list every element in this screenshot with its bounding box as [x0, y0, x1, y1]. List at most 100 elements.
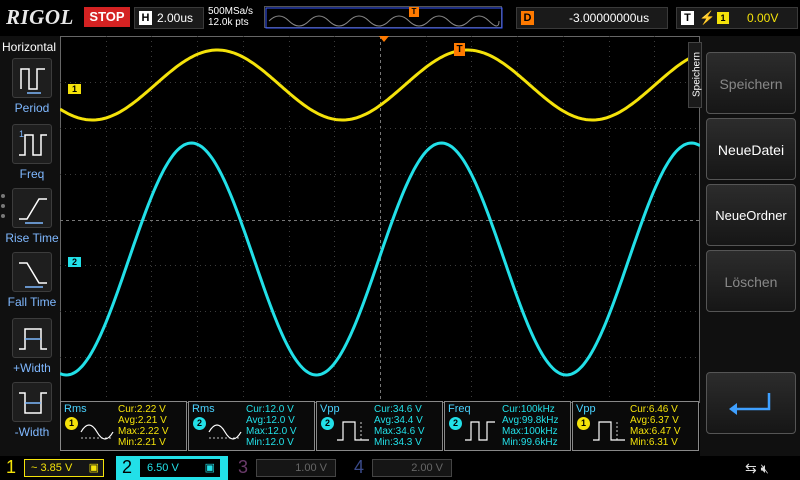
waveform-display[interactable]: [59, 36, 701, 403]
measurement-current: Cur:100kHz: [502, 404, 555, 415]
measurement-title: Vpp: [320, 403, 340, 415]
timebase-box[interactable]: H 2.00us: [134, 7, 204, 29]
channel-scale-box: 6.50 V ▣: [140, 459, 220, 477]
new-file-button[interactable]: NeueDatei: [706, 118, 796, 180]
top-status-bar: RIGOL STOP H 2.00us 500MSa/s 12.0k pts T…: [0, 0, 800, 36]
measurement-minimum: Min:99.6kHz: [502, 437, 558, 448]
channel-1-status[interactable]: 1 ~ 3.85 V ▣: [0, 456, 112, 480]
bandwidth-limit-icon: ▣: [88, 462, 99, 474]
rms-icon: [208, 424, 242, 440]
trigger-source: 1: [717, 12, 729, 24]
measurement-average: Avg:2.21 V: [118, 415, 167, 426]
delay-box[interactable]: D -3.00000000us: [516, 7, 668, 29]
new-folder-button[interactable]: NeueOrdner: [706, 184, 796, 246]
measurement-channel: 2: [321, 417, 334, 430]
menu-item-fall-time[interactable]: Fall Time: [4, 252, 60, 309]
negative-width-icon: [12, 382, 52, 422]
measurement-average: Avg:6.37 V: [630, 415, 679, 426]
rising-edge-icon: ⚡: [699, 10, 716, 25]
measurement-ch2-freq[interactable]: Freq 2 Cur:100kHz Avg:99.8kHz Max:100kHz…: [444, 401, 571, 451]
frequency-icon: [465, 421, 495, 441]
memory-depth: 12.0k pts: [208, 17, 249, 28]
ch1-offset-marker[interactable]: 1: [68, 84, 81, 94]
coupling-symbol: ~: [31, 462, 38, 474]
measurement-title: Rms: [64, 403, 87, 415]
trigger-letter: T: [681, 11, 694, 25]
measurement-channel: 2: [193, 417, 206, 430]
menu-item-label: +Width: [13, 361, 51, 375]
mute-icon: 🔇︎: [760, 461, 769, 476]
channel-number: 3: [238, 457, 249, 477]
measurement-minimum: Min:34.3 V: [374, 437, 422, 448]
trigger-marker: T: [454, 43, 465, 56]
measurement-minimum: Min:12.0 V: [246, 437, 294, 448]
measurement-current: Cur:34.6 V: [374, 404, 422, 415]
menu-title: Horizontal: [2, 40, 57, 54]
measurement-minimum: Min:6.31 V: [630, 437, 678, 448]
save-button[interactable]: Speichern: [706, 52, 796, 114]
channel-scale: 2.00 V: [411, 462, 443, 474]
waveform-overview[interactable]: T: [264, 6, 503, 29]
menu-item-rise-time[interactable]: Rise Time: [4, 188, 60, 245]
channel-number: 4: [354, 457, 365, 477]
delay-value: -3.00000000us: [569, 11, 650, 25]
sample-rate: 500MSa/s: [208, 6, 254, 17]
channel-number: 2: [122, 457, 133, 477]
measurement-title: Vpp: [576, 403, 596, 415]
measurement-average: Avg:34.4 V: [374, 415, 423, 426]
menu-item-positive-width[interactable]: +Width: [4, 318, 60, 375]
back-button[interactable]: [706, 372, 796, 434]
measurement-maximum: Max:2.22 V: [118, 426, 169, 437]
frequency-icon: 1: [12, 124, 52, 164]
bandwidth-limit-icon: ▣: [204, 462, 215, 474]
save-menu-tab[interactable]: Speichern: [688, 42, 703, 108]
measurement-minimum: Min:2.21 V: [118, 437, 166, 448]
trigger-box[interactable]: T ⚡ 1 0.00V: [676, 7, 798, 29]
return-arrow-icon: [729, 393, 771, 415]
delay-letter: D: [521, 11, 534, 25]
menu-item-period[interactable]: Period: [4, 58, 60, 115]
measurement-ch1-vpp[interactable]: Vpp 1 Cur:6.46 V Avg:6.37 V Max:6.47 V M…: [572, 401, 699, 451]
run-stop-status[interactable]: STOP: [84, 7, 130, 27]
menu-item-negative-width[interactable]: -Width: [4, 382, 60, 439]
rise-time-icon: [12, 188, 52, 228]
svg-text:1: 1: [19, 129, 24, 139]
channel-number: 1: [6, 457, 17, 477]
channel-scale: 1.00 V: [295, 462, 327, 474]
menu-item-label: -Width: [14, 425, 50, 439]
measurement-channel: 2: [449, 417, 462, 430]
measurement-channel: 1: [65, 417, 78, 430]
trigger-position-arrow: [379, 36, 389, 42]
measurement-maximum: Max:12.0 V: [246, 426, 297, 437]
channel-status-bar: 1 ~ 3.85 V ▣ 2 6.50 V ▣ 3 1.00 V 4 2.00 …: [0, 456, 800, 480]
measurement-maximum: Max:34.6 V: [374, 426, 425, 437]
channel-scale-box: ~ 3.85 V ▣: [24, 459, 104, 477]
measurement-ch1-rms[interactable]: Rms 1 Cur:2.22 V Avg:2.21 V Max:2.22 V M…: [60, 401, 187, 451]
measurement-current: Cur:6.46 V: [630, 404, 678, 415]
measurement-maximum: Max:100kHz: [502, 426, 558, 437]
measurement-ch2-vpp[interactable]: Vpp 2 Cur:34.6 V Avg:34.4 V Max:34.6 V M…: [316, 401, 443, 451]
channel-scale: 6.50 V: [147, 462, 179, 474]
delete-button[interactable]: Löschen: [706, 250, 796, 312]
vpp-icon: [593, 421, 625, 441]
acquisition-info: 500MSa/s 12.0k pts: [208, 6, 253, 28]
overview-waveform: [265, 7, 503, 29]
channel-3-status[interactable]: 3 1.00 V: [232, 456, 344, 480]
menu-item-freq[interactable]: 1 Freq: [4, 124, 60, 181]
vpp-icon: [337, 421, 369, 441]
menu-item-label: Period: [14, 101, 50, 115]
positive-width-icon: [12, 318, 52, 358]
menu-item-label: Rise Time: [5, 231, 59, 245]
measurement-ch2-rms[interactable]: Rms 2 Cur:12.0 V Avg:12.0 V Max:12.0 V M…: [188, 401, 315, 451]
measurement-maximum: Max:6.47 V: [630, 426, 681, 437]
channel-4-status[interactable]: 4 2.00 V: [348, 456, 460, 480]
rms-icon: [80, 424, 114, 440]
channel-scale-box: 2.00 V: [372, 459, 452, 477]
channel-2-status[interactable]: 2 6.50 V ▣: [116, 456, 228, 480]
menu-item-label: Freq: [19, 167, 45, 181]
menu-item-label: Fall Time: [7, 295, 57, 309]
channel-scale: 3.85 V: [40, 462, 73, 474]
ch2-offset-marker[interactable]: 2: [68, 257, 81, 267]
overview-trigger-marker: T: [409, 7, 419, 17]
measurement-current: Cur:12.0 V: [246, 404, 294, 415]
